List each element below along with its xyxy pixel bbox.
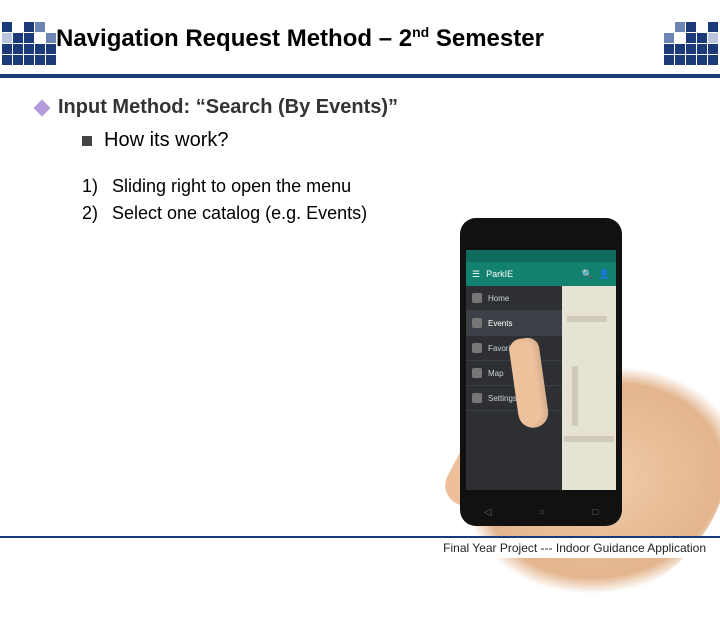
phone-status-bar bbox=[466, 250, 616, 262]
corner-decoration-right bbox=[664, 22, 718, 65]
settings-icon bbox=[472, 393, 482, 403]
drawer-item-events: Events bbox=[466, 311, 562, 336]
app-title: ParkIE bbox=[486, 269, 513, 279]
footer: Final Year Project --- Indoor Guidance A… bbox=[0, 536, 720, 558]
title-superscript: nd bbox=[412, 24, 429, 40]
steps-list: 1) Sliding right to open the menu 2) Sel… bbox=[82, 176, 684, 224]
step-text: Select one catalog (e.g. Events) bbox=[112, 203, 367, 224]
slide-title: Navigation Request Method – 2nd Semester bbox=[56, 24, 544, 53]
back-icon: ◁ bbox=[484, 507, 492, 518]
title-bar: Navigation Request Method – 2nd Semester bbox=[0, 18, 720, 78]
favorites-icon bbox=[472, 343, 482, 353]
title-suffix: Semester bbox=[429, 25, 544, 52]
section-heading: Input Method: “Search (By Events)” bbox=[58, 96, 398, 119]
phone-illustration: ☰ ParkIE 🔍 👤 Home Events Favorites Map S… bbox=[400, 218, 690, 528]
step-item: 1) Sliding right to open the menu bbox=[82, 176, 684, 197]
phone-app-bar: ☰ ParkIE 🔍 👤 bbox=[466, 262, 616, 286]
events-icon bbox=[472, 318, 482, 328]
content-area: Input Method: “Search (By Events)” How i… bbox=[0, 78, 720, 224]
diamond-bullet-icon bbox=[34, 99, 51, 116]
section-subheading: How its work? bbox=[104, 129, 228, 152]
step-number: 2) bbox=[82, 203, 112, 224]
square-bullet-icon bbox=[82, 136, 92, 146]
menu-icon: ☰ bbox=[472, 269, 480, 280]
section-subheading-row: How its work? bbox=[82, 129, 684, 152]
section-heading-row: Input Method: “Search (By Events)” bbox=[36, 96, 684, 119]
home-nav-icon: ○ bbox=[539, 507, 545, 518]
drawer-item-home: Home bbox=[466, 286, 562, 311]
corner-decoration-left bbox=[2, 22, 56, 65]
step-number: 1) bbox=[82, 176, 112, 197]
phone-nav-buttons: ◁ ○ □ bbox=[460, 507, 622, 518]
phone-map-background bbox=[562, 286, 616, 490]
home-icon bbox=[472, 293, 482, 303]
user-icon: 👤 bbox=[599, 269, 610, 280]
map-icon bbox=[472, 368, 482, 378]
step-text: Sliding right to open the menu bbox=[112, 176, 351, 197]
title-prefix: Navigation Request Method – 2 bbox=[56, 25, 412, 52]
search-icon: 🔍 bbox=[582, 269, 593, 280]
recent-icon: □ bbox=[592, 507, 598, 518]
footer-text: Final Year Project --- Indoor Guidance A… bbox=[443, 541, 706, 555]
